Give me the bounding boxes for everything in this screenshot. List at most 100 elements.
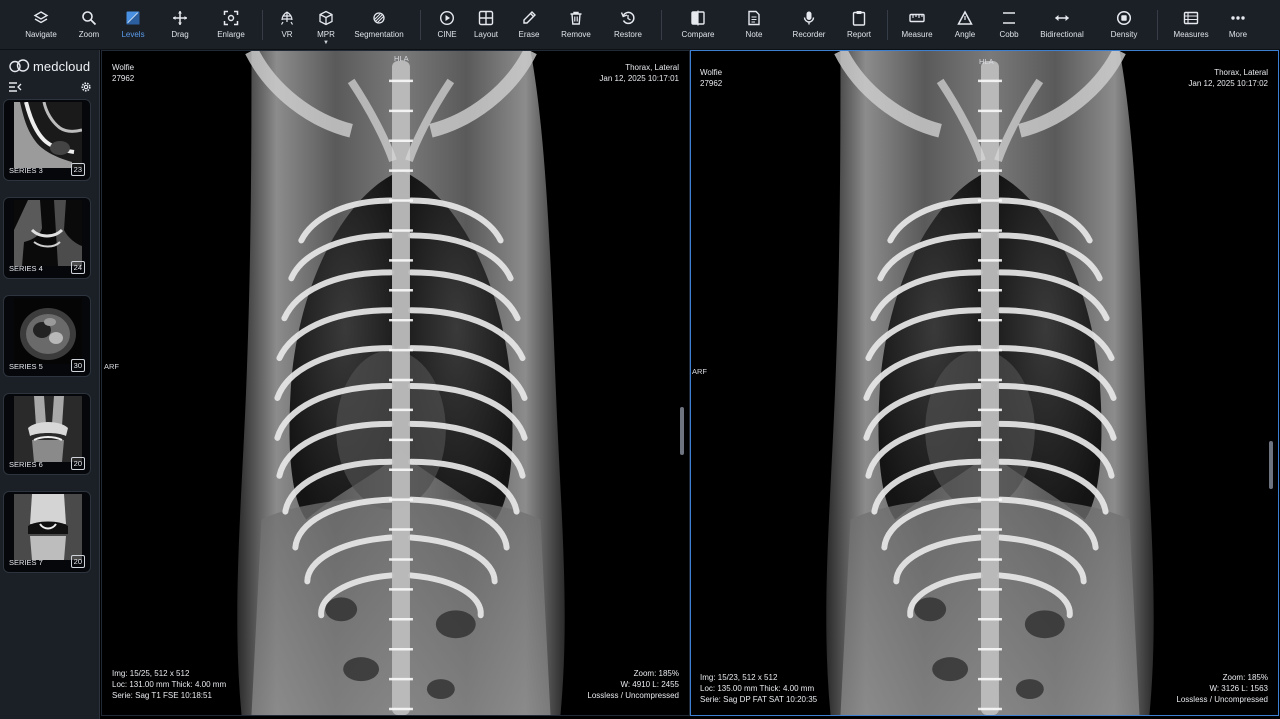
tool-more[interactable]: More [1224, 0, 1252, 50]
study-info: Thorax, Lateral Jan 12, 2025 10:17:01 [599, 62, 679, 84]
tool-restore[interactable]: Restore [610, 0, 646, 50]
tool-recorder[interactable]: Recorder [790, 0, 828, 50]
series-label: SERIES 3 [9, 166, 43, 175]
series-6-preview [14, 396, 82, 462]
tool-levels-label: Levels [121, 30, 145, 39]
tool-layout[interactable]: Layout [470, 0, 502, 50]
viewport-left[interactable]: Wolfie 27962 Thorax, Lateral Jan 12, 202… [101, 50, 690, 716]
toolbar-divider [661, 10, 662, 40]
tool-zoom-label: Zoom [78, 30, 100, 39]
viewport-right[interactable]: Wolfie 27962 Thorax, Lateral Jan 12, 202… [690, 50, 1279, 716]
tool-restore-label: Restore [613, 30, 642, 39]
tool-angle-label: Angle [954, 30, 976, 39]
tool-measure[interactable]: Measure [898, 0, 936, 50]
xray-image[interactable] [691, 51, 1278, 715]
window-level: W: 4910 L: 2455 [620, 680, 679, 689]
chevron-down-icon[interactable]: ▼ [323, 40, 329, 46]
tool-vr[interactable]: VR [274, 0, 300, 50]
image-index: Img: 15/23, 512 x 512 [700, 673, 778, 682]
note-icon [748, 10, 760, 26]
tool-measures[interactable]: Measures [1171, 0, 1211, 50]
cobb-icon [1003, 12, 1015, 24]
tool-measure-label: Measure [901, 30, 933, 39]
tool-more-label: More [1228, 30, 1248, 39]
tool-navigate[interactable]: Navigate [21, 0, 61, 50]
tool-cine[interactable]: CINE [432, 0, 462, 50]
angle-icon [957, 10, 973, 25]
brand-name: medcloud [33, 58, 91, 74]
patient-info: Wolfie 27962 [112, 62, 134, 84]
tool-erase[interactable]: Erase [514, 0, 544, 50]
tool-density-label: Density [1110, 30, 1138, 39]
tool-levels[interactable]: Levels [115, 0, 151, 50]
tool-cobb[interactable]: Cobb [995, 0, 1023, 50]
gear-icon[interactable] [80, 81, 92, 93]
tool-measures-label: Measures [1173, 30, 1209, 39]
tool-compare[interactable]: Compare [678, 0, 718, 50]
patient-info: Wolfie 27962 [700, 67, 722, 89]
series-4-preview [14, 200, 82, 266]
tool-bidirectional[interactable]: Bidirectional [1036, 0, 1088, 50]
viewport-scrollbar[interactable] [680, 407, 684, 455]
compare-icon [691, 10, 705, 26]
density-icon [1116, 10, 1132, 26]
tool-drag[interactable]: Drag [163, 0, 197, 50]
segmentation-icon [373, 12, 385, 24]
display-info: Zoom: 185% W: 4910 L: 2455 Lossless / Un… [587, 668, 679, 701]
remove-icon [570, 11, 582, 25]
series-7-preview [14, 494, 82, 560]
series-thumbnail[interactable]: SERIES 7 20 [3, 491, 91, 573]
microphone-icon [803, 11, 815, 25]
enlarge-icon [223, 10, 239, 26]
orientation-left-marker: ARF [104, 362, 119, 371]
collapse-sidebar-icon[interactable] [8, 81, 22, 93]
tool-drag-label: Drag [171, 30, 189, 39]
compression-status: Lossless / Uncompressed [1176, 695, 1268, 704]
tool-remove-label: Remove [561, 30, 591, 39]
tool-recorder-label: Recorder [792, 30, 826, 39]
tool-remove[interactable]: Remove [558, 0, 594, 50]
tool-report-label: Report [846, 30, 871, 39]
series-description: Serie: Sag T1 FSE 10:18:51 [112, 691, 212, 700]
study-description: Thorax, Lateral [1214, 68, 1268, 77]
patient-name: Wolfie [700, 68, 723, 77]
image-info: Img: 15/23, 512 x 512 Loc: 135.00 mm Thi… [700, 672, 817, 705]
xray-image[interactable] [102, 51, 689, 715]
series-count-badge: 20 [70, 457, 85, 470]
display-info: Zoom: 185% W: 3126 L: 1563 Lossless / Un… [1176, 672, 1268, 705]
series-thumbnail[interactable]: SERIES 3 23 [3, 99, 91, 181]
layout-icon [478, 10, 494, 26]
toolbar-divider [887, 10, 888, 40]
tool-note[interactable]: Note [740, 0, 768, 50]
brand: medcloud [8, 58, 90, 74]
series-label: SERIES 4 [9, 264, 43, 273]
series-thumbnail[interactable]: SERIES 6 20 [3, 393, 91, 475]
series-sidebar: medcloud SERIES 3 23 SERIES 4 24 SERIES … [0, 50, 100, 719]
series-count-badge: 20 [70, 555, 85, 568]
tool-density[interactable]: Density [1105, 0, 1143, 50]
drag-icon [173, 11, 187, 25]
series-count-badge: 24 [70, 261, 85, 274]
tool-angle[interactable]: Angle [948, 0, 982, 50]
tool-note-label: Note [745, 30, 763, 39]
tool-zoom[interactable]: Zoom [72, 0, 106, 50]
series-label: SERIES 5 [9, 362, 43, 371]
zoom-level: Zoom: 185% [633, 669, 679, 678]
study-info: Thorax, Lateral Jan 12, 2025 10:17:02 [1188, 67, 1268, 89]
series-thumbnail[interactable]: SERIES 4 24 [3, 197, 91, 279]
patient-id: 27962 [700, 79, 723, 88]
tool-mpr[interactable]: MPR ▼ [311, 0, 341, 50]
viewport-scrollbar[interactable] [1269, 441, 1273, 489]
slice-location: Loc: 131.00 mm Thick: 4.00 mm [112, 680, 227, 689]
series-5-preview [14, 298, 82, 364]
tool-bidirectional-label: Bidirectional [1040, 30, 1084, 39]
tool-report[interactable]: Report [843, 0, 875, 50]
window-level: W: 3126 L: 1563 [1209, 684, 1268, 693]
tool-segmentation[interactable]: Segmentation [351, 0, 407, 50]
image-index: Img: 15/25, 512 x 512 [112, 669, 190, 678]
tool-enlarge[interactable]: Enlarge [211, 0, 251, 50]
series-thumbnail[interactable]: SERIES 5 30 [3, 295, 91, 377]
tool-cine-label: CINE [437, 30, 457, 39]
toolbar-divider [1157, 10, 1158, 40]
tool-enlarge-label: Enlarge [217, 30, 245, 39]
